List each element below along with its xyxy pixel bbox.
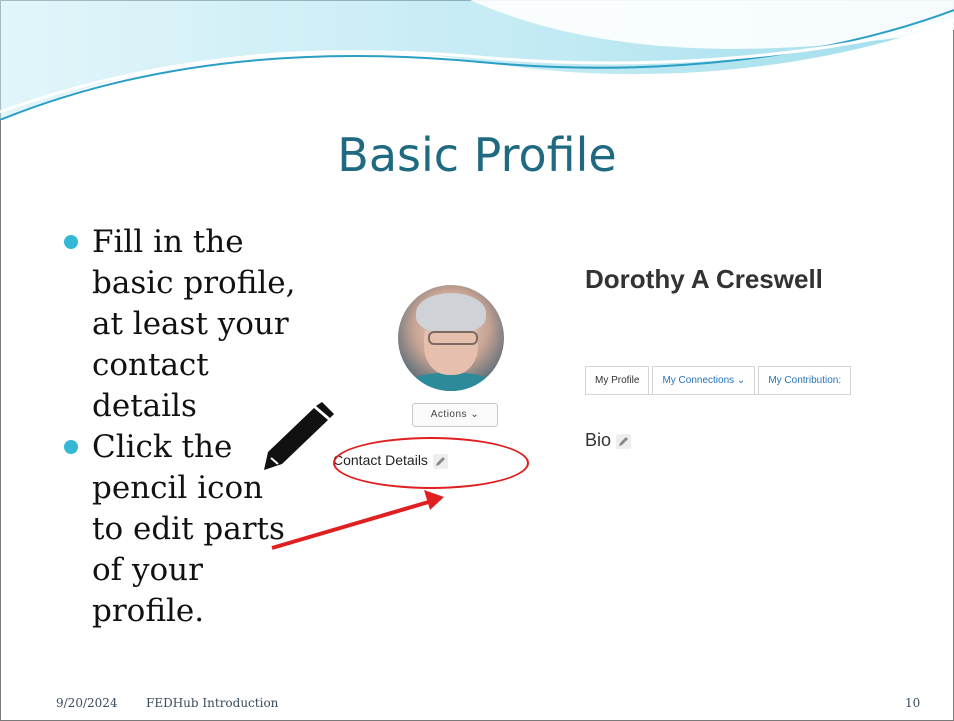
- bullet-line: pencil icon: [92, 470, 264, 506]
- bullet-item: Fill in the basic profile, at least your…: [56, 222, 316, 427]
- bullet-dot: [64, 440, 78, 454]
- profile-avatar[interactable]: [398, 285, 504, 391]
- tab-my-profile[interactable]: My Profile: [585, 366, 650, 395]
- highlight-ellipse: [333, 437, 529, 489]
- bullet-line: details: [92, 388, 197, 424]
- tabs-divider: [585, 394, 850, 395]
- bullet-dot: [64, 235, 78, 249]
- bio-section[interactable]: Bio: [585, 430, 632, 451]
- bullet-line: profile.: [92, 593, 205, 629]
- profile-name: Dorothy A Creswell: [585, 264, 823, 294]
- slide: Basic Profile Fill in the basic profile,…: [0, 0, 954, 721]
- footer-date: 9/20/2024: [56, 696, 118, 710]
- footer-title: FEDHub Introduction: [146, 696, 279, 710]
- slide-title: Basic Profile: [337, 128, 617, 182]
- bullet-line: Click the: [92, 429, 233, 465]
- tab-my-connections[interactable]: My Connections ⌄: [652, 366, 756, 395]
- bullet-line: basic profile,: [92, 265, 296, 301]
- bullet-line: of your: [92, 552, 203, 588]
- bullet-line: at least your: [92, 306, 289, 342]
- bio-label: Bio: [585, 430, 612, 450]
- actions-button[interactable]: Actions ⌄: [412, 403, 498, 427]
- bullet-line: to edit parts: [92, 511, 285, 547]
- bullet-line: contact: [92, 347, 209, 383]
- tab-my-contributions[interactable]: My Contribution:: [758, 366, 852, 395]
- pencil-icon: [264, 402, 334, 470]
- footer-page-number: 10: [905, 696, 921, 710]
- profile-tabs: My Profile My Connections ⌄ My Contribut…: [585, 366, 854, 395]
- bullet-line: Fill in the: [92, 224, 244, 260]
- header-wave-decoration: [0, 0, 954, 120]
- edit-pencil-icon[interactable]: [616, 433, 632, 449]
